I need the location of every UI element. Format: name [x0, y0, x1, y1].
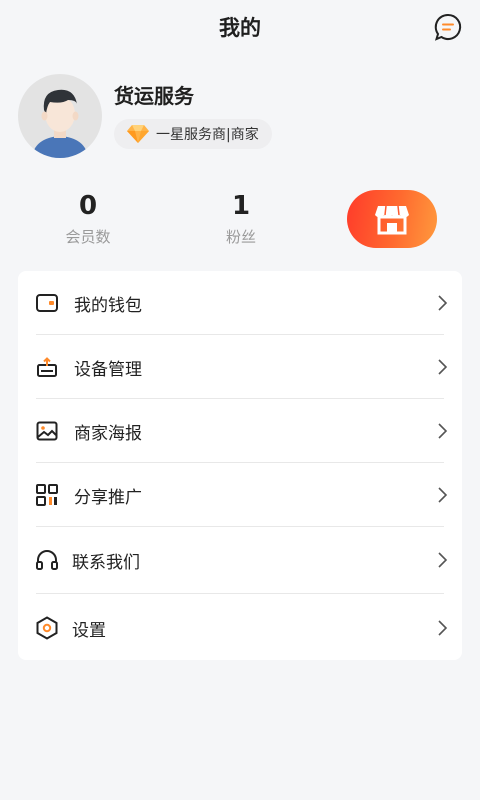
members-count: 0	[78, 191, 98, 221]
chevron-right-icon	[438, 295, 448, 311]
fans-count: 1	[231, 191, 251, 221]
avatar[interactable]	[18, 74, 102, 158]
wallet-icon	[36, 294, 58, 312]
chevron-right-icon	[438, 487, 448, 503]
headset-icon	[36, 550, 58, 570]
top-bar: 我的	[0, 0, 480, 54]
qr-code-icon	[36, 484, 58, 506]
shop-button[interactable]	[347, 190, 437, 248]
user-avatar-icon	[18, 74, 102, 158]
menu-label-poster: 商家海报	[74, 424, 142, 444]
menu-item-share[interactable]: 分享推广	[18, 463, 462, 527]
chevron-right-icon	[438, 423, 448, 439]
menu-item-contact[interactable]: 联系我们	[18, 527, 462, 594]
diamond-icon	[127, 125, 149, 143]
device-icon	[37, 357, 57, 377]
members-label: 会员数	[65, 228, 111, 246]
poster-image-icon	[36, 421, 58, 441]
menu-item-devices[interactable]: 设备管理	[18, 335, 462, 399]
stat-members[interactable]: 0 会员数	[33, 190, 143, 247]
menu-item-settings[interactable]: 设置	[18, 594, 462, 660]
fans-label: 粉丝	[225, 228, 256, 246]
settings-hexagon-icon	[36, 616, 58, 640]
profile-page: 我的 货运服务 一星服务商|商家 0 会员数 1 粉丝 我的钱包 设备管理 商家…	[0, 0, 480, 800]
chevron-right-icon	[438, 359, 448, 375]
menu-label-wallet: 我的钱包	[74, 296, 142, 316]
menu-item-wallet[interactable]: 我的钱包	[18, 271, 462, 335]
menu-label-devices: 设备管理	[74, 360, 142, 380]
menu-item-poster[interactable]: 商家海报	[18, 399, 462, 463]
storefront-icon	[375, 205, 409, 235]
badge-label: 一星服务商|商家	[156, 127, 259, 143]
chevron-right-icon	[438, 620, 448, 636]
page-title: 我的	[219, 16, 261, 40]
chevron-right-icon	[438, 552, 448, 568]
chat-bubble-icon	[434, 13, 462, 41]
menu-label-share: 分享推广	[74, 488, 142, 508]
stat-fans[interactable]: 1 粉丝	[186, 190, 296, 247]
menu-label-settings: 设置	[72, 621, 106, 641]
menu-label-contact: 联系我们	[72, 553, 140, 573]
message-button[interactable]	[433, 12, 463, 42]
menu-card: 我的钱包 设备管理 商家海报 分享推广 联系我们 设置	[18, 271, 462, 660]
user-name: 货运服务	[114, 84, 194, 108]
service-level-badge: 一星服务商|商家	[114, 119, 272, 149]
